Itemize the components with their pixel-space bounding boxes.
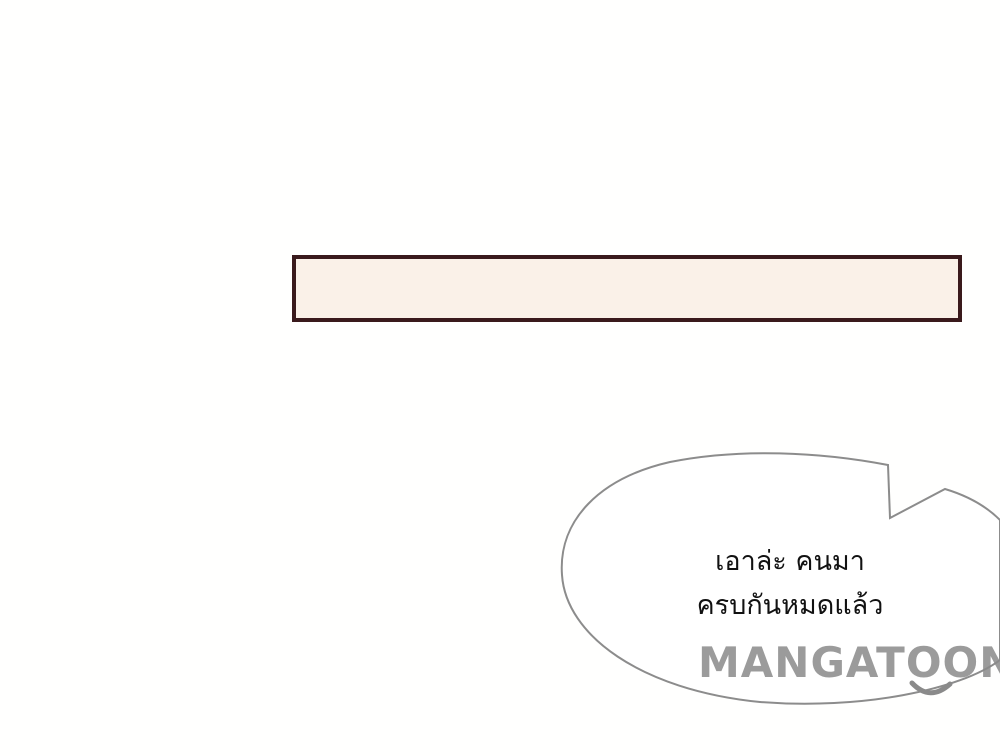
caption-box <box>292 255 962 322</box>
watermark-logo: MANGATOON <box>698 638 1000 687</box>
speech-line-1: เอาล่ะ คนมา <box>715 546 865 577</box>
speech-line-2: ครบกันหมดแล้ว <box>696 590 884 621</box>
speech-bubble-text: เอาล่ะ คนมา ครบกันหมดแล้ว <box>640 540 940 628</box>
comic-panel: เอาล่ะ คนมา ครบกันหมดแล้ว MANGATOON <box>0 0 1000 756</box>
